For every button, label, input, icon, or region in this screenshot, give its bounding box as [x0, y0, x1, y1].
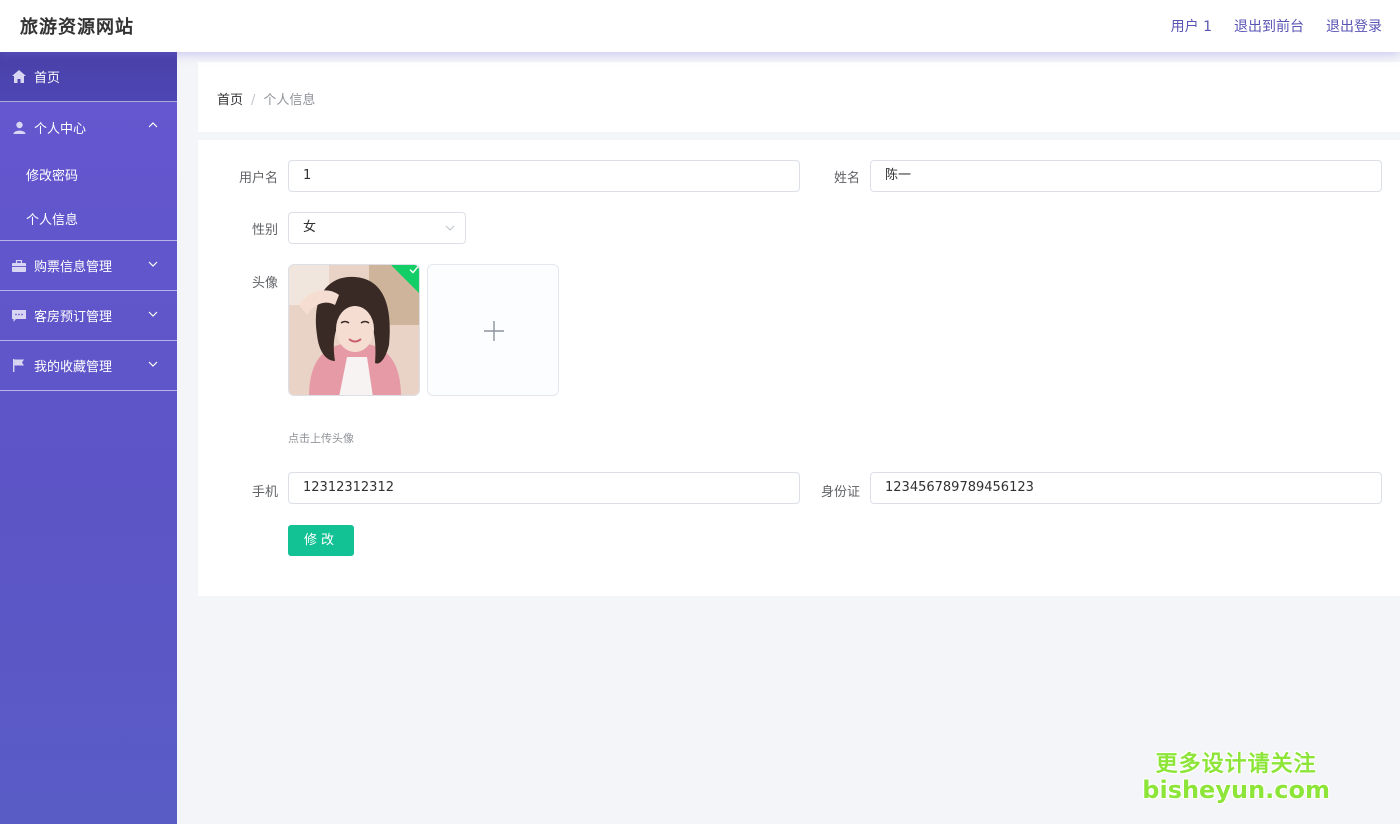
username-field[interactable]: 1 — [288, 160, 800, 192]
chevron-down-icon — [445, 225, 455, 231]
sidebar-subitem-label: 修改密码 — [26, 168, 79, 184]
phone-field[interactable]: 12312312312 — [288, 472, 800, 504]
username-label: 用户名 — [238, 171, 278, 186]
sidebar-item-label: 个人中心 — [34, 121, 87, 137]
plus-icon — [484, 321, 504, 341]
gender-select[interactable]: 女 — [288, 212, 466, 244]
upload-hint: 点击上传头像 — [288, 432, 354, 445]
breadcrumb-separator: / — [251, 93, 256, 108]
sidebar-item-home[interactable]: 首页 — [0, 52, 177, 102]
sidebar-item-label: 首页 — [34, 71, 61, 86]
name-label: 姓名 — [833, 171, 860, 186]
sidebar-item-personal-center[interactable]: 个人中心 — [0, 102, 177, 152]
sidebar-item-label: 我的收藏管理 — [34, 360, 113, 375]
sidebar-item-ticket-mgmt[interactable]: 购票信息管理 — [0, 241, 177, 291]
sidebar-item-favorites-mgmt[interactable]: 我的收藏管理 — [0, 341, 177, 391]
gender-selected-value: 女 — [303, 220, 317, 235]
check-icon — [409, 266, 419, 274]
idcard-label: 身份证 — [820, 485, 860, 500]
sidebar-item-label: 购票信息管理 — [34, 260, 113, 275]
avatar-photo — [289, 265, 419, 395]
user-icon — [12, 120, 26, 134]
chevron-down-icon — [148, 311, 158, 317]
phone-label: 手机 — [251, 485, 278, 500]
breadcrumb-panel: 首页 / 个人信息 — [198, 62, 1400, 132]
submit-button[interactable]: 修改 — [288, 525, 354, 556]
sidebar-item-label: 客房预订管理 — [34, 310, 113, 325]
flag-icon — [12, 359, 26, 373]
name-field[interactable]: 陈一 — [870, 160, 1382, 192]
header-nav: 用户 1 退出到前台 退出登录 — [1171, 16, 1382, 36]
top-header: 旅游资源网站 用户 1 退出到前台 退出登录 — [0, 0, 1400, 52]
current-user-link[interactable]: 用户 1 — [1171, 16, 1212, 36]
breadcrumb-home[interactable]: 首页 — [217, 93, 243, 108]
profile-form: 用户名 1 姓名 陈一 性别 女 头像 点击上传头像 手机 1231231231… — [198, 140, 1400, 596]
sidebar-subitem-personal-info[interactable]: 个人信息 — [0, 196, 177, 240]
sidebar-subitem-change-password[interactable]: 修改密码 — [0, 152, 177, 196]
sidebar-subitem-label: 个人信息 — [26, 212, 79, 228]
idcard-field[interactable]: 123456789789456123 — [870, 472, 1382, 504]
back-to-front-link[interactable]: 退出到前台 — [1234, 16, 1304, 36]
briefcase-icon — [12, 259, 26, 273]
home-icon — [12, 70, 26, 84]
chevron-down-icon — [148, 261, 158, 267]
avatar-image[interactable] — [288, 264, 420, 396]
watermark: 更多设计请关注 bisheyun.com — [1142, 746, 1330, 804]
sidebar-group-personal-center: 个人中心 修改密码 个人信息 — [0, 102, 177, 241]
watermark-line1: 更多设计请关注 — [1155, 752, 1317, 777]
chevron-up-icon — [148, 122, 158, 128]
avatar-label: 头像 — [251, 276, 278, 291]
gender-label: 性别 — [251, 223, 278, 238]
sidebar: 首页 个人中心 修改密码 个人信息 购票信息管理 客房预订管理 我的收藏管理 — [0, 52, 177, 824]
watermark-line2: bisheyun.com — [1142, 776, 1330, 804]
chevron-down-icon — [148, 361, 158, 367]
logout-link[interactable]: 退出登录 — [1326, 16, 1382, 36]
chat-icon — [12, 309, 26, 323]
breadcrumb: 首页 / 个人信息 — [217, 89, 315, 108]
sidebar-item-room-booking-mgmt[interactable]: 客房预订管理 — [0, 291, 177, 341]
site-title: 旅游资源网站 — [20, 17, 134, 38]
avatar-upload-button[interactable] — [427, 264, 559, 396]
breadcrumb-current: 个人信息 — [263, 93, 316, 108]
